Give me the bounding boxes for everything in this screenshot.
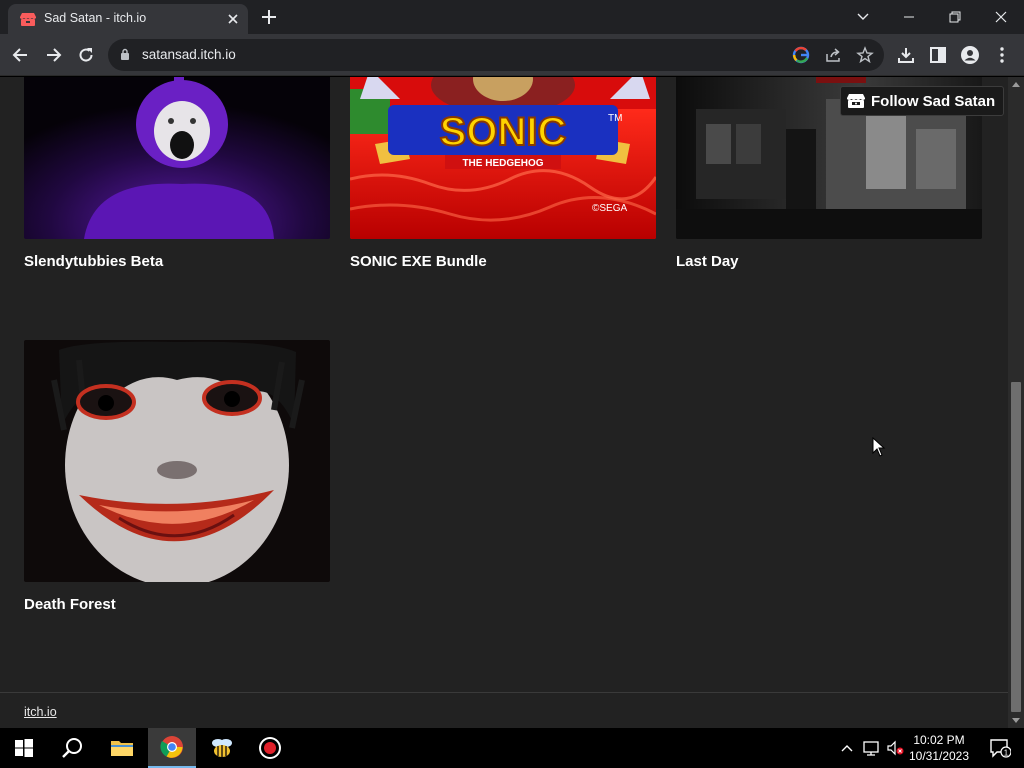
- follow-button[interactable]: Follow Sad Satan: [840, 86, 1005, 116]
- game-card: Death Forest: [24, 340, 330, 613]
- notification-center-button[interactable]: 1: [976, 728, 1024, 768]
- reload-icon: [79, 48, 93, 62]
- game-title[interactable]: SONIC EXE Bundle: [350, 253, 656, 270]
- record-icon: [259, 737, 281, 759]
- network-icon[interactable]: [862, 739, 880, 757]
- browser-tab[interactable]: Sad Satan - itch.io: [8, 4, 248, 34]
- minimize-button[interactable]: [886, 0, 932, 34]
- itch-favicon-icon: [20, 13, 36, 26]
- game-thumbnail[interactable]: SONIC TM THE HEDGEHOG ©SEGA: [350, 77, 656, 239]
- game-thumbnail[interactable]: [24, 340, 330, 582]
- download-icon[interactable]: [896, 45, 916, 65]
- system-clock[interactable]: 10:02 PM 10/31/2023: [906, 732, 972, 764]
- sonic-tm-text: TM: [608, 113, 622, 124]
- chevron-up-icon[interactable]: [838, 739, 856, 757]
- clock-time: 10:02 PM: [913, 733, 965, 747]
- back-button[interactable]: [8, 42, 34, 68]
- volume-muted-icon[interactable]: [886, 739, 904, 757]
- kebab-menu-icon[interactable]: [992, 45, 1012, 65]
- profile-avatar-icon[interactable]: [960, 45, 980, 65]
- scroll-up-icon[interactable]: [1012, 81, 1020, 87]
- game-title[interactable]: Death Forest: [24, 596, 330, 613]
- minimize-icon: [904, 16, 914, 18]
- sonic-logo-text: SONIC: [440, 110, 567, 154]
- sonic-subtitle-text: THE HEDGEHOG: [462, 158, 543, 169]
- scroll-down-icon[interactable]: [1012, 718, 1020, 724]
- folder-icon: [111, 741, 133, 756]
- notification-count: 1: [1004, 749, 1009, 758]
- game-thumbnail[interactable]: [24, 77, 330, 239]
- itch-store-icon: [847, 94, 865, 108]
- side-panel-icon[interactable]: [928, 45, 948, 65]
- itch-io-link[interactable]: itch.io: [24, 705, 57, 719]
- clock-date: 10/31/2023: [908, 749, 970, 763]
- chrome-icon: [160, 736, 183, 758]
- url-text[interactable]: satansad.itch.io: [142, 47, 236, 62]
- windows-logo-icon: [15, 739, 33, 757]
- game-card: SONIC TM THE HEDGEHOG ©SEGA SONIC EXE Bu…: [350, 77, 656, 270]
- chevron-down-icon: [857, 13, 869, 20]
- reload-button[interactable]: [73, 42, 99, 68]
- google-lens-icon[interactable]: [792, 46, 810, 64]
- browser-titlebar: Sad Satan - itch.io: [0, 0, 1024, 34]
- arrow-left-icon: [12, 48, 27, 62]
- forward-button[interactable]: [40, 42, 66, 68]
- start-button[interactable]: [0, 728, 48, 768]
- close-icon: [995, 11, 1007, 23]
- page-footer: itch.io: [0, 692, 1008, 728]
- windows-taskbar: 10:02 PM 10/31/2023 1: [0, 728, 1024, 768]
- restore-button[interactable]: [932, 0, 978, 34]
- new-tab-icon[interactable]: [258, 6, 280, 28]
- lock-icon[interactable]: [120, 48, 130, 61]
- bee-icon: [212, 739, 232, 757]
- arrow-right-icon: [47, 48, 62, 62]
- close-window-button[interactable]: [978, 0, 1024, 34]
- scroll-thumb[interactable]: [1011, 382, 1021, 712]
- tab-title: Sad Satan - itch.io: [44, 11, 147, 25]
- share-icon[interactable]: [824, 46, 842, 64]
- tab-close-icon[interactable]: [224, 10, 242, 28]
- notification-icon: 1: [990, 739, 1011, 758]
- game-card: Slendytubbies Beta: [24, 77, 330, 270]
- address-bar[interactable]: satansad.itch.io: [108, 39, 884, 71]
- game-title[interactable]: Slendytubbies Beta: [24, 253, 330, 270]
- restore-icon: [949, 11, 961, 23]
- bookmark-star-icon[interactable]: [856, 46, 874, 64]
- page-viewport: Slendytubbies Beta SONIC TM THE HEDGEHOG…: [0, 77, 1008, 728]
- mouse-cursor-icon: [872, 437, 886, 457]
- game-title[interactable]: Last Day: [676, 253, 982, 270]
- recorder-button[interactable]: [246, 728, 294, 768]
- sega-text: ©SEGA: [592, 203, 627, 214]
- bee-app-button[interactable]: [198, 728, 246, 768]
- file-explorer-button[interactable]: [98, 728, 146, 768]
- follow-label: Follow Sad Satan: [871, 92, 996, 110]
- search-button[interactable]: [48, 728, 96, 768]
- page-scrollbar[interactable]: [1008, 77, 1024, 728]
- browser-toolbar: satansad.itch.io: [0, 34, 1024, 76]
- chrome-taskbar-button[interactable]: [148, 728, 196, 768]
- search-icon: [62, 738, 82, 758]
- tab-search-button[interactable]: [840, 0, 886, 34]
